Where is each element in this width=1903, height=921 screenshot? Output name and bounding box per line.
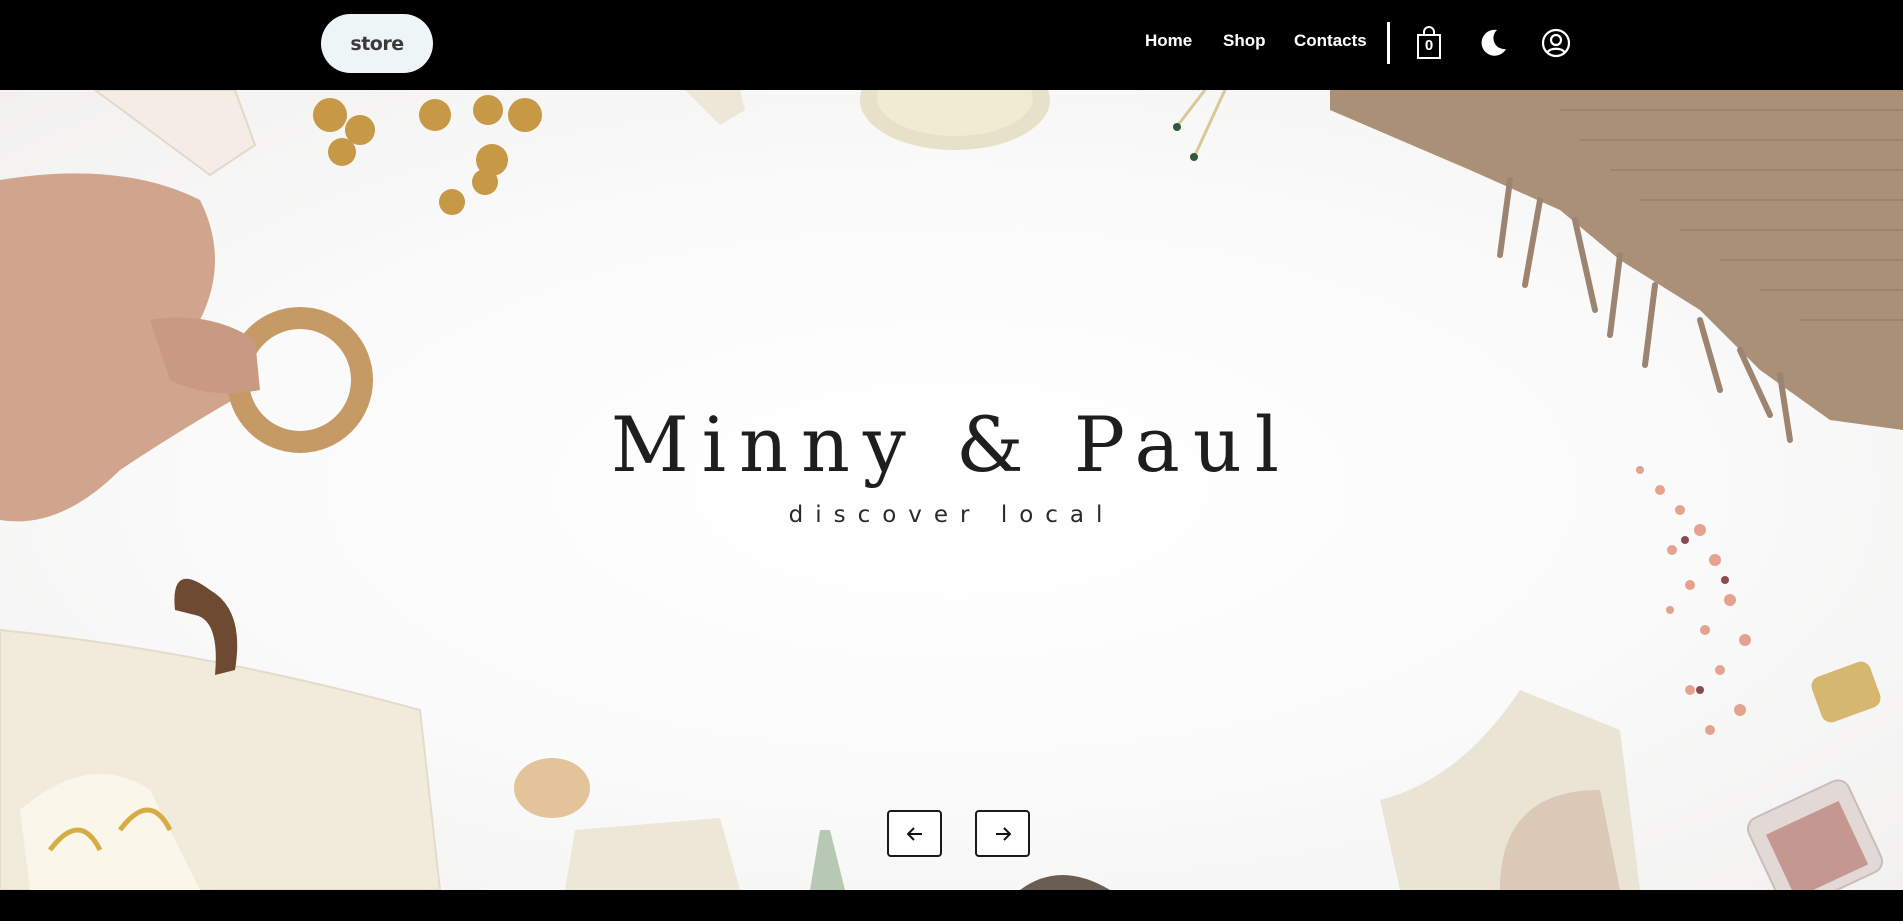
arrow-right-icon: [995, 826, 1011, 841]
product-flatlay-image: [0, 90, 1903, 890]
carousel-prev-button[interactable]: [887, 810, 942, 857]
bottom-bar: [0, 890, 1903, 921]
account-button[interactable]: [1541, 28, 1571, 58]
top-navbar: store Home Shop Contacts 0: [0, 0, 1903, 90]
user-circle-icon: [1541, 28, 1571, 58]
nav-divider: [1387, 22, 1390, 64]
arrow-left-icon: [906, 826, 922, 841]
nav-contacts-link[interactable]: Contacts: [1294, 31, 1367, 51]
hero-title: Minny & Paul: [610, 400, 1293, 489]
cart-count-badge: 0: [1424, 37, 1434, 54]
moon-icon: [1481, 29, 1506, 56]
nav-home-link[interactable]: Home: [1145, 31, 1192, 51]
hero-banner: Minny & Paul discover local: [0, 90, 1903, 890]
hero-subtitle: discover local: [788, 502, 1115, 528]
store-logo[interactable]: store: [321, 14, 433, 73]
cart-button[interactable]: 0: [1415, 24, 1443, 60]
nav-shop-link[interactable]: Shop: [1223, 31, 1266, 51]
theme-toggle-button[interactable]: [1477, 27, 1509, 59]
carousel-next-button[interactable]: [975, 810, 1030, 857]
